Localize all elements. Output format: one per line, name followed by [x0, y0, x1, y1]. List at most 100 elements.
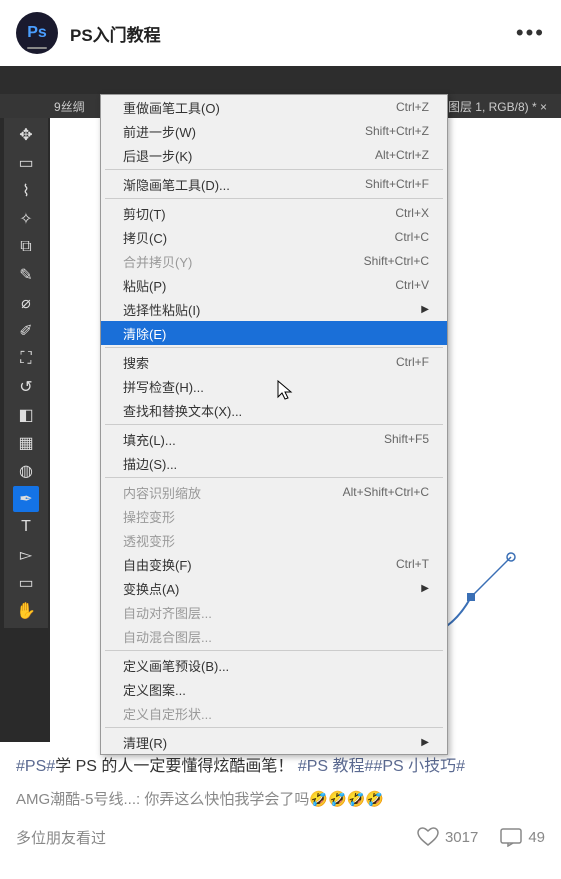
menu-item: 定义自定形状... — [101, 701, 447, 725]
more-icon[interactable]: ••• — [516, 20, 545, 46]
submenu-arrow-icon: ▶ — [421, 304, 429, 315]
type-tool-icon[interactable]: T — [13, 514, 39, 540]
menu-item[interactable]: 变换点(A)▶ — [101, 576, 447, 600]
brush-tool-icon[interactable]: ✐ — [13, 318, 39, 344]
menu-item[interactable]: 搜索Ctrl+F — [101, 350, 447, 374]
eyedropper-tool-icon[interactable]: ✎ — [13, 262, 39, 288]
seen-by-text: 多位朋友看过 — [16, 827, 106, 848]
like-count: 3017 — [445, 829, 478, 846]
post-footer: 多位朋友看过 3017 49 — [0, 819, 561, 856]
menu-shortcut: Ctrl+F — [396, 355, 429, 369]
menu-item[interactable]: 填充(L)...Shift+F5 — [101, 427, 447, 451]
menu-item[interactable]: 定义图案... — [101, 677, 447, 701]
shape-tool-icon[interactable]: ▭ — [13, 570, 39, 596]
menu-item: 透视变形 — [101, 528, 447, 552]
move-tool-icon[interactable]: ✥ — [13, 122, 39, 148]
menu-item-label: 操控变形 — [123, 507, 429, 526]
menu-item-label: 渐隐画笔工具(D)... — [123, 175, 365, 194]
menu-shortcut: Ctrl+X — [395, 206, 429, 220]
menu-item-label: 选择性粘贴(I) — [123, 300, 421, 319]
hashtag[interactable]: #PS 小技巧# — [373, 758, 465, 775]
heal-tool-icon[interactable]: ⌀ — [13, 290, 39, 316]
hand-tool-icon[interactable]: ✋ — [13, 598, 39, 624]
menu-item[interactable]: 拷贝(C)Ctrl+C — [101, 225, 447, 249]
menu-item[interactable]: 选择性粘贴(I)▶ — [101, 297, 447, 321]
blur-tool-icon[interactable]: ◍ — [13, 458, 39, 484]
menu-item-label: 搜索 — [123, 353, 396, 372]
submenu-arrow-icon: ▶ — [421, 737, 429, 748]
menu-item-label: 描边(S)... — [123, 454, 429, 473]
menu-item-label: 填充(L)... — [123, 430, 384, 449]
menu-item-label: 剪切(T) — [123, 204, 395, 223]
menu-item: 自动混合图层... — [101, 624, 447, 648]
menu-shortcut: Alt+Ctrl+Z — [375, 148, 429, 162]
menu-item[interactable]: 后退一步(K)Alt+Ctrl+Z — [101, 143, 447, 167]
menu-item[interactable]: 粘贴(P)Ctrl+V — [101, 273, 447, 297]
menu-item-label: 拼写检查(H)... — [123, 377, 429, 396]
menu-item-label: 合并拷贝(Y) — [123, 252, 364, 271]
comment-emojis: 🤣🤣🤣🤣 — [309, 791, 384, 808]
menu-item-label: 重做画笔工具(O) — [123, 98, 396, 117]
avatar[interactable]: Ps — [16, 12, 58, 54]
gradient-tool-icon[interactable]: ▦ — [13, 430, 39, 456]
menu-shortcut: Ctrl+Z — [396, 100, 429, 114]
menu-item-label: 清理(R) — [123, 733, 421, 752]
menu-separator — [105, 477, 443, 478]
caption-text: 学 PS 的人一定要懂得炫酷画笔！ — [55, 758, 293, 775]
path-select-icon[interactable]: ▻ — [13, 542, 39, 568]
menu-item-label: 变换点(A) — [123, 579, 421, 598]
menu-item[interactable]: 清除(E) — [101, 321, 447, 345]
menu-shortcut: Shift+Ctrl+Z — [365, 124, 429, 138]
menu-item-label: 粘贴(P) — [123, 276, 395, 295]
menu-separator — [105, 650, 443, 651]
hashtag[interactable]: #PS 教程# — [298, 758, 374, 775]
menu-item[interactable]: 拼写检查(H)... — [101, 374, 447, 398]
menu-item-label: 定义图案... — [123, 680, 429, 699]
menu-separator — [105, 727, 443, 728]
menu-item[interactable]: 前进一步(W)Shift+Ctrl+Z — [101, 119, 447, 143]
menu-item: 内容识别缩放Alt+Shift+Ctrl+C — [101, 480, 447, 504]
menu-shortcut: Ctrl+T — [396, 557, 429, 571]
ps-toolbox: ✥ ▭ ⌇ ✧ ⧉ ✎ ⌀ ✐ ⛶ ↺ ◧ ▦ ◍ ✒ T ▻ ▭ ✋ — [4, 118, 48, 628]
menu-shortcut: Shift+F5 — [384, 432, 429, 446]
menu-item[interactable]: 渐隐画笔工具(D)...Shift+Ctrl+F — [101, 172, 447, 196]
hashtag[interactable]: #PS# — [16, 758, 55, 775]
crop-tool-icon[interactable]: ⧉ — [13, 234, 39, 260]
menu-item[interactable]: 定义画笔预设(B)... — [101, 653, 447, 677]
menu-item[interactable]: 剪切(T)Ctrl+X — [101, 201, 447, 225]
menu-item-label: 后退一步(K) — [123, 146, 375, 165]
avatar-text: Ps — [27, 24, 47, 42]
like-button[interactable]: 3017 — [417, 827, 478, 847]
comment-button[interactable]: 49 — [500, 827, 545, 847]
submenu-arrow-icon: ▶ — [421, 583, 429, 594]
menu-item[interactable]: 重做画笔工具(O)Ctrl+Z — [101, 95, 447, 119]
top-comment[interactable]: AMG潮酷-5号线...: 你弄这么快怕我学会了吗🤣🤣🤣🤣 — [0, 786, 561, 819]
stamp-tool-icon[interactable]: ⛶ — [13, 346, 39, 372]
eraser-tool-icon[interactable]: ◧ — [13, 402, 39, 428]
comment-icon — [500, 827, 522, 847]
marquee-tool-icon[interactable]: ▭ — [13, 150, 39, 176]
menu-shortcut: Ctrl+V — [395, 278, 429, 292]
menu-separator — [105, 424, 443, 425]
author-name[interactable]: PS入门教程 — [70, 21, 161, 46]
lasso-tool-icon[interactable]: ⌇ — [13, 178, 39, 204]
menu-item-label: 透视变形 — [123, 531, 429, 550]
menu-separator — [105, 347, 443, 348]
menu-item-label: 自由变换(F) — [123, 555, 396, 574]
menu-separator — [105, 169, 443, 170]
menu-item[interactable]: 自由变换(F)Ctrl+T — [101, 552, 447, 576]
post-stats: 3017 49 — [417, 827, 545, 847]
menu-shortcut: Shift+Ctrl+F — [365, 177, 429, 191]
pen-tool-icon[interactable]: ✒ — [13, 486, 39, 512]
menu-item[interactable]: 描边(S)... — [101, 451, 447, 475]
edit-menu-dropdown: 重做画笔工具(O)Ctrl+Z前进一步(W)Shift+Ctrl+Z后退一步(K… — [100, 94, 448, 755]
menu-item[interactable]: 清理(R)▶ — [101, 730, 447, 754]
menu-item-label: 定义自定形状... — [123, 704, 429, 723]
menu-shortcut: Ctrl+C — [395, 230, 429, 244]
photoshop-screenshot: 9丝绸 -2 @ 91% (图层 1, RGB/8) * × ✥ ▭ ⌇ ✧ ⧉… — [0, 66, 561, 742]
wand-tool-icon[interactable]: ✧ — [13, 206, 39, 232]
menu-item: 自动对齐图层... — [101, 600, 447, 624]
menu-item[interactable]: 查找和替换文本(X)... — [101, 398, 447, 422]
history-brush-icon[interactable]: ↺ — [13, 374, 39, 400]
menu-item: 操控变形 — [101, 504, 447, 528]
